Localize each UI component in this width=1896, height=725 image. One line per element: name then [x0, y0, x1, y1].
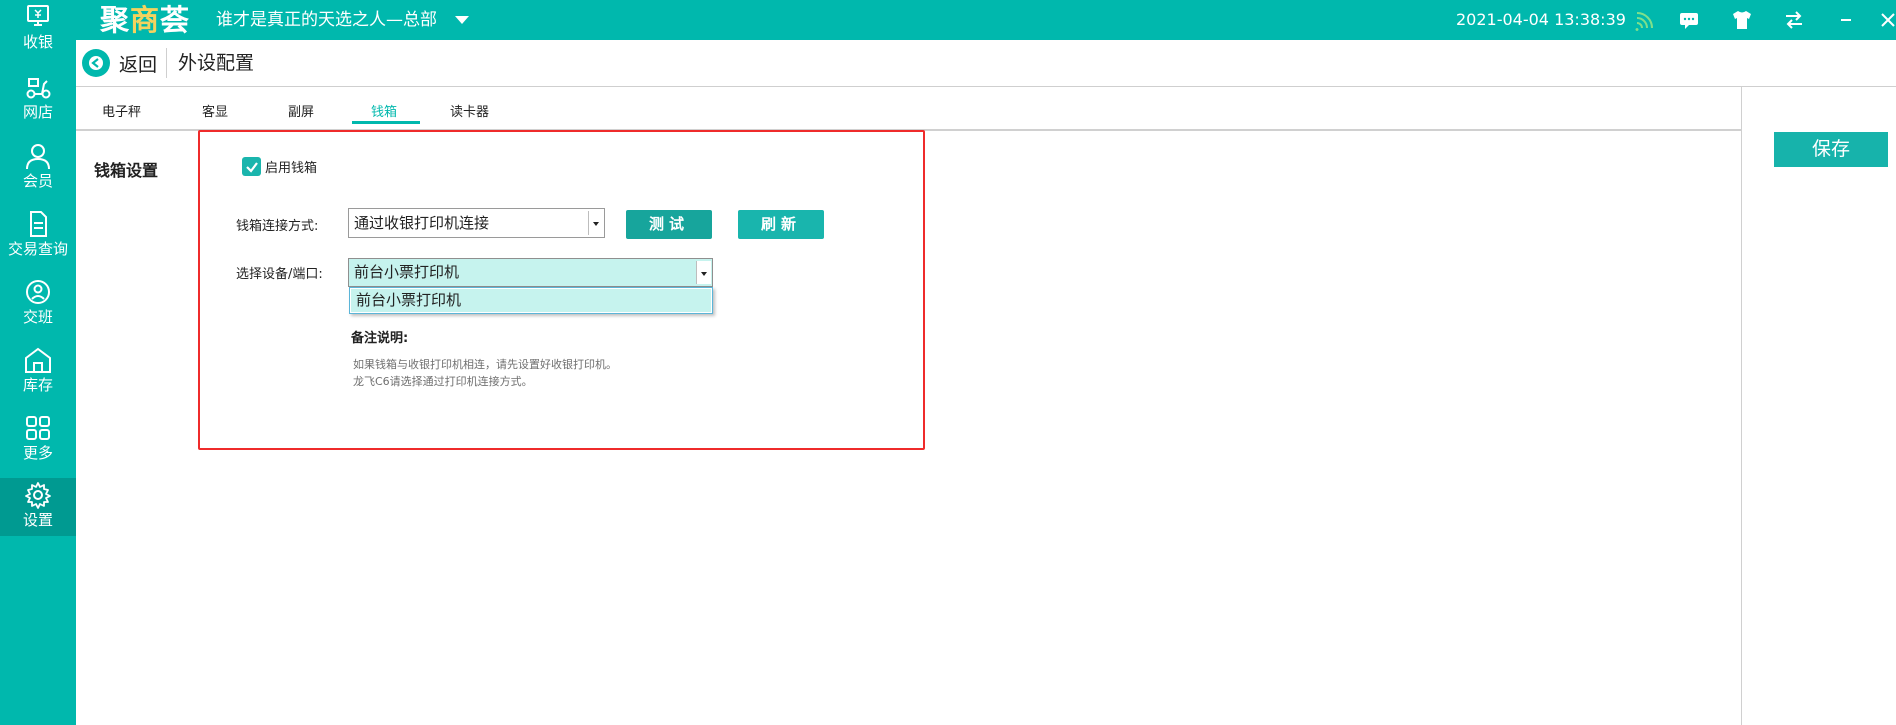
sidebar-item-transactions[interactable]: 交易查询: [0, 207, 76, 265]
connect-method-value: 通过收银打印机连接: [354, 214, 490, 232]
tab-secondary-screen[interactable]: 副屏: [288, 101, 314, 120]
sidebar-item-cashier[interactable]: 收银: [0, 0, 76, 58]
refresh-button[interactable]: 刷新: [738, 210, 824, 239]
tab-customer-display[interactable]: 客显: [202, 101, 228, 120]
right-panel-divider: [1741, 87, 1742, 725]
active-tab-indicator: [352, 121, 420, 124]
sidebar-item-inventory[interactable]: 库存: [0, 343, 76, 401]
store-selector[interactable]: 谁才是真正的天选之人—总部: [216, 0, 469, 40]
document-icon: [30, 211, 47, 237]
back-button[interactable]: 返回: [82, 48, 157, 78]
device-port-select[interactable]: 前台小票打印机: [348, 258, 713, 287]
save-button[interactable]: 保存: [1774, 132, 1888, 167]
caret-down-icon: [455, 16, 469, 24]
tab-cashbox[interactable]: 钱箱: [371, 101, 397, 120]
sidebar-item-label: 网店: [22, 103, 53, 121]
message-icon[interactable]: [1677, 8, 1701, 32]
sidebar-item-label: 交易查询: [7, 240, 68, 258]
section-title: 钱箱设置: [94, 161, 159, 180]
connect-method-select[interactable]: 通过收银打印机连接: [348, 208, 605, 238]
remark-line: 龙飞C6请选择通过打印机连接方式。: [353, 375, 533, 388]
handover-user-icon: [26, 280, 50, 304]
sidebar-item-settings[interactable]: 设置: [0, 478, 76, 536]
checkbox-checked-icon: [242, 157, 261, 176]
app-logo: 聚商荟: [100, 3, 191, 37]
gear-icon: [25, 482, 51, 509]
remark-line: 如果钱箱与收银打印机相连，请先设置好收银打印机。: [353, 358, 617, 371]
enable-cashbox-checkbox[interactable]: 启用钱箱: [242, 157, 317, 176]
sidebar: 收银 网店 会员 交易查询 交班 库存 更多 设置: [0, 0, 76, 725]
minimize-icon[interactable]: [1834, 8, 1858, 32]
device-port-label: 选择设备/端口:: [236, 267, 323, 282]
tab-scale[interactable]: 电子秤: [102, 101, 141, 120]
sidebar-item-label: 收银: [22, 33, 53, 51]
shirt-icon[interactable]: [1730, 8, 1754, 32]
header-divider: [166, 48, 167, 78]
swap-icon[interactable]: [1782, 8, 1806, 32]
dropdown-option[interactable]: 前台小票打印机: [351, 289, 711, 312]
sidebar-item-online-store[interactable]: 网店: [0, 70, 76, 128]
datetime: 2021-04-04 13:38:39: [1456, 10, 1626, 29]
store-name: 谁才是真正的天选之人—总部: [216, 10, 437, 30]
sidebar-item-label: 会员: [22, 172, 53, 190]
page-title: 外设配置: [178, 52, 255, 74]
page-header: 返回 外设配置: [76, 40, 1896, 87]
sidebar-item-member[interactable]: 会员: [0, 139, 76, 197]
sidebar-item-more[interactable]: 更多: [0, 411, 76, 469]
sidebar-item-handover[interactable]: 交班: [0, 275, 76, 333]
grid-icon: [26, 416, 50, 440]
sidebar-item-label: 交班: [22, 308, 53, 326]
device-port-dropdown: 前台小票打印机: [349, 287, 713, 314]
connect-method-label: 钱箱连接方式:: [236, 219, 319, 234]
close-icon[interactable]: [1876, 8, 1896, 32]
device-port-value: 前台小票打印机: [354, 263, 460, 281]
back-label: 返回: [119, 53, 158, 76]
tab-bar: 电子秤 客显 副屏 钱箱 读卡器: [76, 87, 1741, 131]
remark-title: 备注说明:: [351, 331, 409, 346]
tab-card-reader[interactable]: 读卡器: [450, 101, 489, 120]
sidebar-item-label: 库存: [22, 376, 53, 394]
enable-cashbox-label: 启用钱箱: [265, 161, 318, 176]
chevron-down-icon: [696, 261, 711, 284]
cashier-monitor-icon: [27, 5, 49, 26]
warehouse-icon: [25, 347, 51, 373]
person-icon: [26, 144, 50, 170]
chevron-down-icon: [588, 211, 603, 235]
sidebar-item-label: 设置: [22, 511, 53, 529]
sidebar-item-label: 更多: [22, 444, 53, 462]
scooter-icon: [26, 78, 51, 99]
back-arrow-icon: [82, 49, 110, 77]
wifi-icon[interactable]: [1632, 8, 1656, 32]
top-bar: 聚商荟 谁才是真正的天选之人—总部 2021-04-04 13:38:39: [0, 0, 1896, 40]
test-button[interactable]: 测试: [626, 210, 712, 239]
